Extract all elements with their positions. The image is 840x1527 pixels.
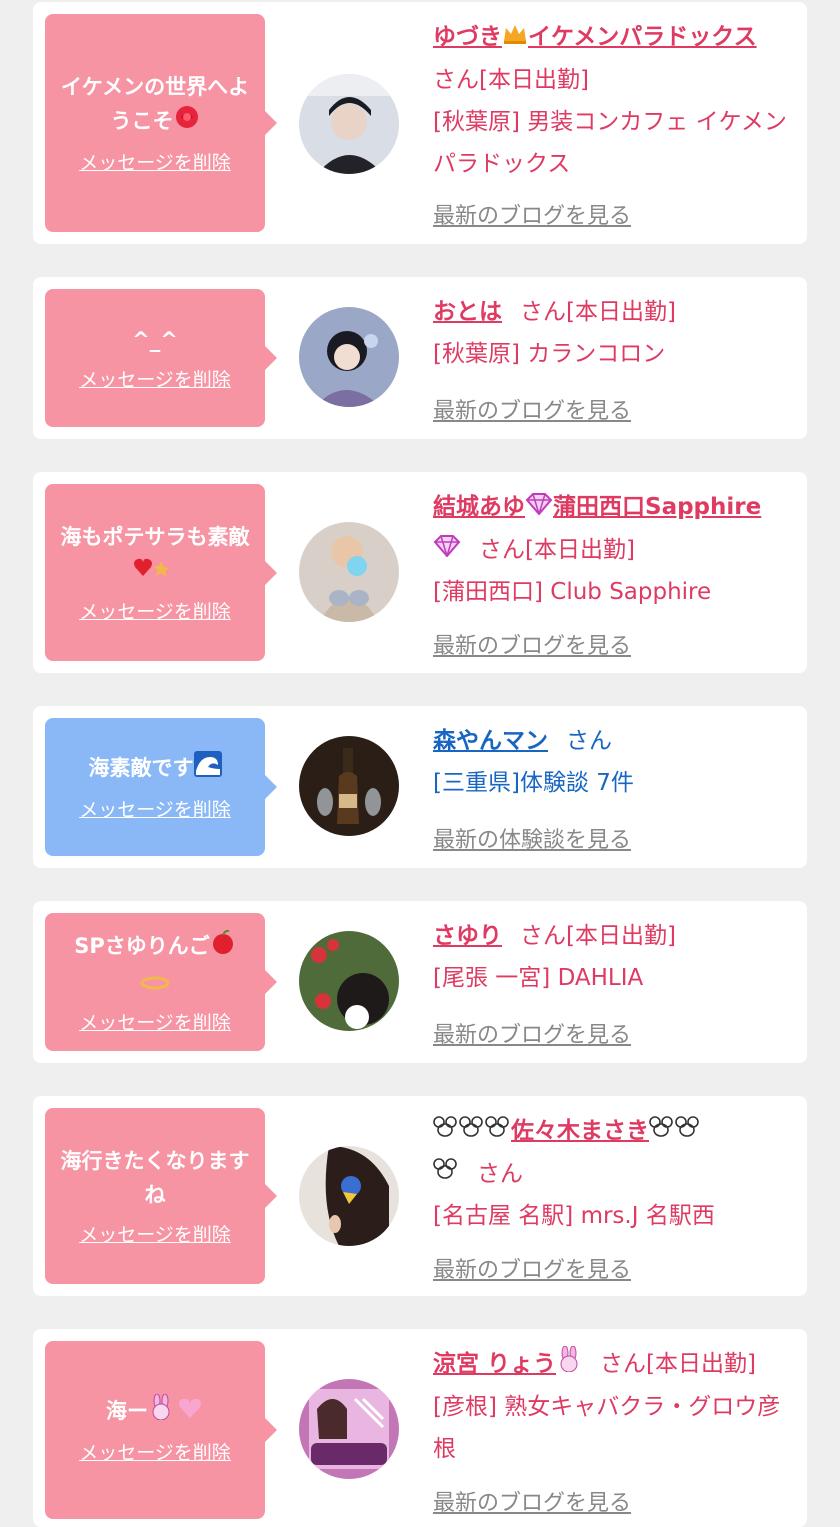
honorific: さん (477, 1160, 523, 1187)
message-bubble: SPさゆりんご メッセージを削除 (45, 913, 277, 1051)
message-text: イケメンの世界へようこそ (55, 70, 255, 140)
delete-message-link[interactable]: メッセージを削除 (79, 1010, 231, 1036)
message-card: イケメンの世界へようこそ メッセージを削除 ゆづき イケメンパラドックスさん[本日… (33, 2, 807, 244)
delete-message-link[interactable]: メッセージを削除 (79, 367, 231, 393)
delete-message-link[interactable]: メッセージを削除 (79, 599, 231, 625)
message-card: ^_^ メッセージを削除 おとは さん[本日出勤] [秋葉原] カランコロン 最新… (33, 277, 807, 439)
delete-message-link[interactable]: メッセージを削除 (79, 797, 231, 823)
message-bubble: 海行きたくなりますね メッセージを削除 (45, 1108, 277, 1284)
status-today: [本日出勤] (646, 1351, 756, 1377)
profile-name-link[interactable]: 佐々木まさき (433, 1115, 701, 1187)
message-bubble: イケメンの世界へようこそ メッセージを削除 (45, 14, 277, 232)
status-today: [本日出勤] (566, 299, 676, 325)
message-text: 海もポテサラも素敵 (55, 520, 255, 589)
message-list: イケメンの世界へようこそ メッセージを削除 ゆづき イケメンパラドックスさん[本日… (0, 0, 840, 1527)
profile-name-link[interactable]: ゆづき イケメンパラドックス (433, 24, 757, 50)
gem-emoji (433, 529, 461, 571)
shop-info: [秋葉原] カランコロン (433, 341, 666, 367)
latest-review-link[interactable]: 最新の体験談を見る (433, 822, 631, 854)
message-text: 海素敵です (89, 751, 222, 787)
message-card: 海行きたくなりますね メッセージを削除 佐々木まさき さん [名古屋 名駅] mr… (33, 1096, 807, 1296)
profile-name-link[interactable]: さゆり (433, 923, 502, 949)
message-bubble: 海もポテサラも素敵 メッセージを削除 (45, 484, 277, 661)
avatar[interactable] (299, 1379, 399, 1479)
profile-info: ゆづき イケメンパラドックスさん[本日出勤] [秋葉原] 男装コンカフェ イケメン… (433, 16, 789, 185)
shop-info: [名古屋 名駅] mrs.J 名駅西 (433, 1203, 715, 1229)
honorific: さん (520, 299, 566, 325)
message-text: SPさゆりんご (74, 929, 236, 1000)
latest-blog-link[interactable]: 最新のブログを見る (433, 1485, 631, 1517)
shop-info: [秋葉原] 男装コンカフェ イケメンパラドックス (433, 108, 787, 177)
crown-emoji (502, 17, 528, 59)
profile-info: 涼宮 りょう さん[本日出勤] [彦根] 熟女キャバクラ・グロウ彦根 (433, 1343, 789, 1470)
latest-blog-link[interactable]: 最新のブログを見る (433, 628, 631, 660)
mouse-emoji (649, 1111, 701, 1153)
profile-info: 結城あゆ 蒲田西口Sapphire さん[本日出勤] [蒲田西口] Club Sap… (433, 486, 789, 613)
rabbit-heart-emoji (148, 1393, 204, 1430)
profile-name-link[interactable]: 森やんマン (433, 728, 548, 754)
honorific: さん (433, 66, 479, 93)
delete-message-link[interactable]: メッセージを削除 (79, 150, 231, 176)
shop-info: [蒲田西口] Club Sapphire (433, 579, 712, 605)
message-text: 海ー (106, 1393, 204, 1430)
profile-info: 森やんマン さん [三重県]体験談 7件 (433, 720, 789, 804)
profile-info: おとは さん[本日出勤] [秋葉原] カランコロン (433, 291, 789, 375)
profile-name-link[interactable]: 涼宮 りょう (433, 1345, 582, 1377)
profile-info: 佐々木まさき さん [名古屋 名駅] mrs.J 名駅西 (433, 1110, 789, 1237)
shop-info: [彦根] 熟女キャバクラ・グロウ彦根 (433, 1393, 781, 1462)
avatar[interactable] (299, 522, 399, 622)
rose-emoji (174, 104, 200, 140)
apple-emoji (210, 929, 236, 965)
latest-blog-link[interactable]: 最新のブログを見る (433, 393, 631, 425)
delete-message-link[interactable]: メッセージを削除 (79, 1222, 231, 1248)
message-card: 海ー メッセージを削除 涼宮 りょう さん[本日出勤] [彦根] 熟女キャバクラ・… (33, 1329, 807, 1527)
message-card: 海素敵です メッセージを削除 森やんマン さん [三重県]体験談 7件 最新の体験… (33, 706, 807, 868)
avatar[interactable] (299, 736, 399, 836)
gem-emoji (525, 487, 553, 529)
message-text: ^_^ (132, 328, 178, 352)
avatar[interactable] (299, 1146, 399, 1246)
heart-sparkle-emoji (133, 555, 177, 589)
avatar[interactable] (299, 307, 399, 407)
avatar[interactable] (299, 931, 399, 1031)
message-card: 海もポテサラも素敵 メッセージを削除 結城あゆ 蒲田西口Sapphire さん[本日… (33, 472, 807, 673)
message-bubble: 海ー メッセージを削除 (45, 1341, 277, 1519)
shop-info: [尾張 一宮] DAHLIA (433, 965, 644, 991)
profile-info: さゆり さん[本日出勤] [尾張 一宮] DAHLIA (433, 915, 789, 999)
shop-info: [三重県]体験談 7件 (433, 770, 634, 796)
message-card: SPさゆりんご メッセージを削除 さゆり さん[本日出勤] [尾張 一宮] DAH… (33, 901, 807, 1063)
honorific: さん (600, 1351, 647, 1377)
status-today: [本日出勤] (566, 923, 676, 949)
message-bubble: 海素敵です メッセージを削除 (45, 718, 277, 856)
mouse-emoji (433, 1111, 511, 1153)
delete-message-link[interactable]: メッセージを削除 (79, 1440, 231, 1466)
honorific: さん (566, 728, 612, 754)
halo-emoji (140, 966, 170, 1000)
avatar[interactable] (299, 74, 399, 174)
latest-blog-link[interactable]: 最新のブログを見る (433, 198, 631, 230)
latest-blog-link[interactable]: 最新のブログを見る (433, 1252, 631, 1284)
message-text: 海行きたくなりますね (60, 1149, 250, 1207)
honorific: さん (520, 923, 566, 949)
wave-emoji (193, 751, 222, 787)
honorific: さん (479, 536, 525, 563)
status-today: [本日出勤] (525, 536, 635, 563)
profile-name-link[interactable]: おとは (433, 299, 502, 325)
mouse-emoji (433, 1153, 459, 1195)
latest-blog-link[interactable]: 最新のブログを見る (433, 1017, 631, 1049)
status-today: [本日出勤] (479, 66, 589, 93)
rabbit-emoji (556, 1344, 582, 1386)
message-bubble: ^_^ メッセージを削除 (45, 289, 277, 427)
